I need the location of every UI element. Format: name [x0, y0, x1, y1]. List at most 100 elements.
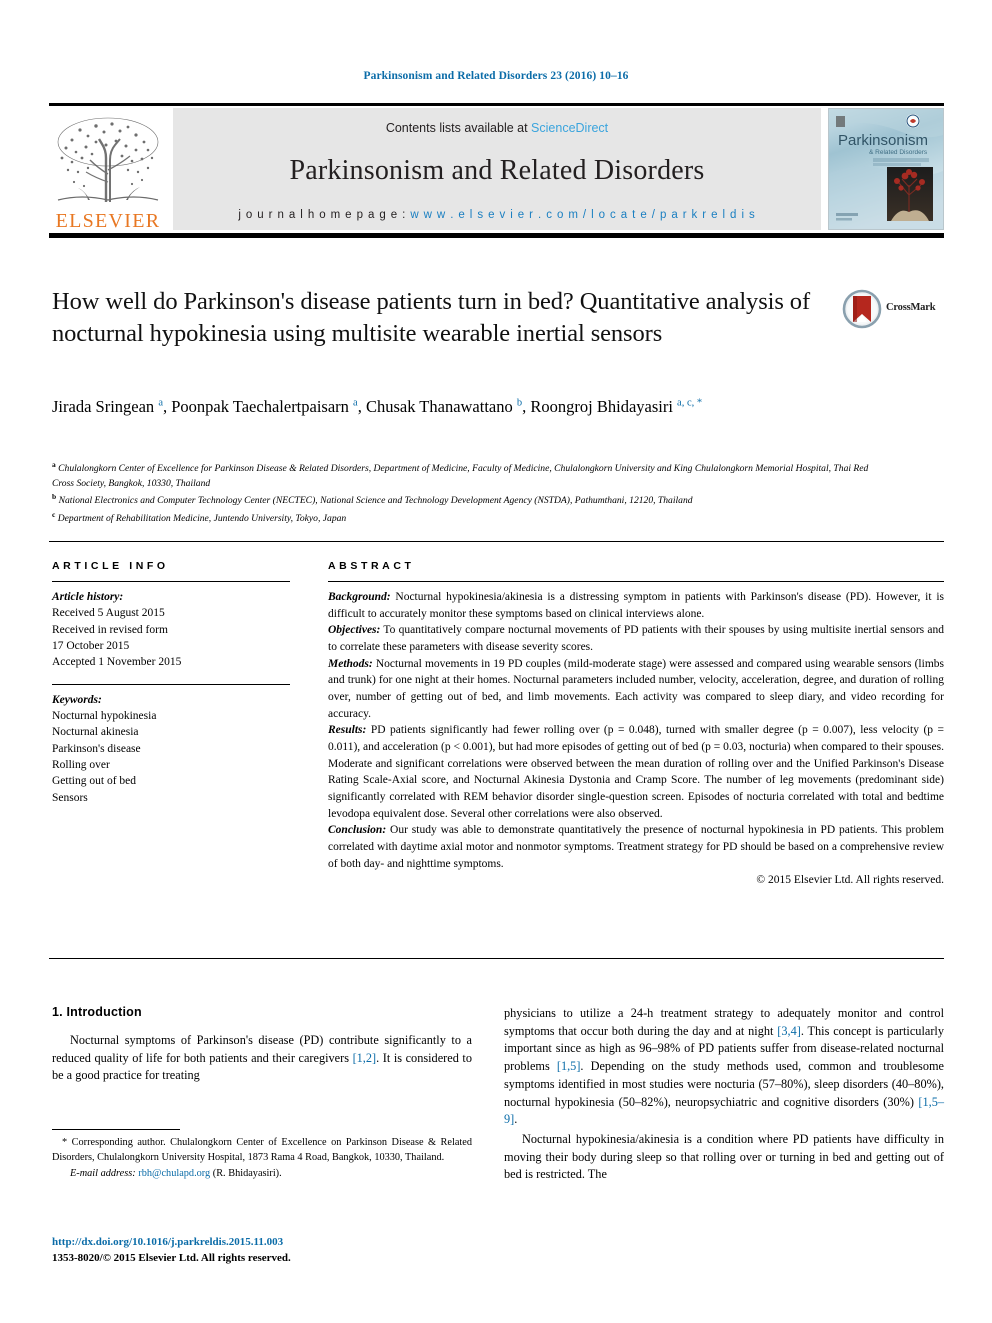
citation-link[interactable]: [1,2] — [353, 1051, 377, 1065]
citation-link[interactable]: [1,5] — [557, 1059, 581, 1073]
crossmark-badge[interactable]: CrossMark — [842, 288, 946, 334]
email-suffix: (R. Bhidayasiri). — [210, 1168, 282, 1180]
keywords-block: Keywords: Nocturnal hypokinesia Nocturnal… — [52, 692, 290, 806]
email-label: E-mail address: — [70, 1168, 136, 1180]
abstract-section-label: Objectives: — [328, 624, 381, 637]
introduction-heading: 1. Introduction — [52, 1005, 142, 1019]
author-separator: , — [162, 397, 172, 416]
masthead-center-panel: Contents lists available at ScienceDirec… — [173, 108, 821, 230]
issn-copyright-line: 1353-8020/© 2015 Elsevier Ltd. All right… — [52, 1251, 291, 1264]
keyword-item: Parkinson's disease — [52, 742, 141, 755]
body-left-column: 1. Introduction Nocturnal symptoms of Pa… — [52, 1005, 472, 1087]
article-info-rule — [52, 581, 290, 582]
journal-masthead: ELSEVIER Contents lists available at Sci… — [49, 103, 944, 238]
paragraph-text: . — [514, 1112, 518, 1127]
doi-block: http://dx.doi.org/10.1016/j.parkreldis.2… — [52, 1235, 472, 1267]
author-list: Jirada Sringean a, Poonpak Taechalertpai… — [52, 395, 852, 420]
running-head: Parkinsonism and Related Disorders 23 (2… — [363, 70, 629, 82]
journal-cover-image: Parkinsonism & Related Disorders — [829, 109, 943, 229]
article-history-line: 17 October 2015 — [52, 639, 130, 652]
elsevier-wordmark: ELSEVIER — [55, 210, 161, 232]
contents-list-line: Contents lists available at ScienceDirec… — [173, 121, 821, 135]
author-name: Chusak Thanawattano — [365, 397, 517, 416]
abstract-section: Results: PD patients significantly had f… — [328, 722, 944, 822]
article-info-heading: ARTICLE INFO — [52, 560, 169, 572]
elsevier-tree-icon — [57, 117, 159, 202]
abstract-section: Objectives: To quantitatively compare no… — [328, 622, 944, 655]
article-page: Parkinsonism and Related Disorders 23 (2… — [0, 0, 992, 1323]
elsevier-logo: ELSEVIER — [49, 106, 167, 233]
email-link[interactable]: rbh@chulapd.org — [138, 1168, 210, 1179]
abstract-copyright: © 2015 Elsevier Ltd. All rights reserved… — [756, 874, 944, 887]
journal-homepage-line: j o u r n a l h o m e p a g e : w w w . … — [173, 209, 821, 221]
journal-cover-thumbnail: Parkinsonism & Related Disorders — [828, 108, 944, 230]
paragraph-text: Nocturnal hypokinesia/akinesia is a cond… — [504, 1131, 944, 1182]
crossmark-label: CrossMark — [886, 302, 936, 313]
abstract-section-text: To quantitatively compare nocturnal move… — [328, 624, 944, 654]
corresponding-author-note: * Corresponding author. Chulalongkorn Ce… — [52, 1136, 472, 1165]
citation-link[interactable]: [3,4] — [777, 1024, 801, 1038]
article-history-label: Article history: — [52, 591, 124, 603]
abstract-section-label: Conclusion: — [328, 824, 387, 837]
author-separator: , — [357, 397, 366, 416]
article-info-column: ARTICLE INFO Article history: Received 5… — [52, 560, 290, 806]
abstract-column: ABSTRACT Background: Nocturnal hypokines… — [328, 560, 944, 886]
author-name: Roongroj Bhidayasiri — [530, 397, 678, 416]
affiliation-text: National Electronics and Computer Techno… — [56, 495, 693, 507]
journal-title: Parkinsonism and Related Disorders — [289, 155, 705, 186]
abstract-section: Background: Nocturnal hypokinesia/akines… — [328, 589, 944, 622]
affiliation-list: a Chulalongkorn Center of Excellence for… — [52, 459, 882, 527]
footnote-rule — [52, 1129, 180, 1130]
homepage-prefix: j o u r n a l h o m e p a g e : — [238, 209, 411, 221]
abstract-section-label: Background: — [328, 591, 391, 603]
author-name: Jirada Sringean — [52, 397, 159, 416]
footnote-block: * Corresponding author. Chulalongkorn Ce… — [52, 1136, 472, 1182]
keywords-rule — [52, 683, 290, 685]
article-history-lines: Received 5 August 2015 Received in revise… — [52, 605, 290, 670]
article-history-line: Accepted 1 November 2015 — [52, 656, 182, 669]
sciencedirect-link[interactable]: ScienceDirect — [531, 121, 608, 135]
abstract-body: Background: Nocturnal hypokinesia/akines… — [328, 589, 944, 872]
abstract-section-text: Nocturnal hypokinesia/akinesia is a dist… — [328, 591, 944, 620]
article-history-line: Received in revised form — [52, 623, 168, 636]
contents-prefix: Contents lists available at — [385, 121, 532, 135]
intro-paragraph-left: Nocturnal symptoms of Parkinson's diseas… — [52, 1032, 472, 1085]
keyword-item: Getting out of bed — [52, 775, 136, 788]
abstract-section: Conclusion: Our study was able to demons… — [328, 822, 944, 872]
affiliation-item: b National Electronics and Computer Tech… — [52, 491, 882, 509]
abstract-section-text: PD patients significantly had fewer roll… — [328, 724, 944, 820]
keyword-item: Nocturnal hypokinesia — [52, 709, 157, 722]
info-bottom-rule — [49, 958, 944, 959]
body-right-column: physicians to utilize a 24-h treatment s… — [504, 1005, 944, 1186]
page-title: How well do Parkinson's disease patients… — [52, 288, 811, 348]
intro-paragraph-right-1: physicians to utilize a 24-h treatment s… — [504, 1005, 944, 1129]
article-history-block: Article history: Received 5 August 2015 R… — [52, 589, 290, 671]
abstract-section: Methods: Nocturnal movements in 19 PD co… — [328, 656, 944, 723]
abstract-section-label: Results: — [328, 724, 367, 737]
email-note: E-mail address: rbh@chulapd.org (R. Bhid… — [52, 1167, 472, 1182]
affiliation-item: a Chulalongkorn Center of Excellence for… — [52, 459, 882, 491]
affiliation-text: Department of Rehabilitation Medicine, J… — [55, 513, 347, 525]
info-top-rule — [49, 541, 944, 542]
author-affiliation-mark: a, c, * — [677, 397, 703, 409]
abstract-section-text: Our study was able to demonstrate quanti… — [328, 824, 944, 870]
keywords-lines: Nocturnal hypokinesia Nocturnal akinesia P… — [52, 708, 290, 806]
abstract-section-text: Nocturnal movements in 19 PD couples (mi… — [328, 657, 944, 720]
abstract-section-label: Methods: — [328, 657, 373, 670]
homepage-url-link[interactable]: w w w . e l s e v i e r . c o m / l o c … — [410, 209, 755, 221]
crossmark-icon — [842, 289, 882, 329]
svg-text:& Related Disorders: & Related Disorders — [869, 149, 928, 156]
doi-link[interactable]: http://dx.doi.org/10.1016/j.parkreldis.2… — [52, 1235, 472, 1251]
keyword-item: Nocturnal akinesia — [52, 726, 139, 739]
keyword-item: Rolling over — [52, 758, 110, 771]
affiliation-text: Chulalongkorn Center of Excellence for P… — [52, 463, 869, 489]
svg-text:Parkinsonism: Parkinsonism — [838, 132, 928, 149]
intro-paragraph-right-2: Nocturnal hypokinesia/akinesia is a cond… — [504, 1131, 944, 1184]
keywords-label: Keywords: — [52, 693, 102, 706]
author-name: Poonpak Taechalertpaisarn — [171, 397, 354, 416]
abstract-rule — [328, 581, 944, 582]
affiliation-item: c Department of Rehabilitation Medicine,… — [52, 509, 882, 527]
keyword-item: Sensors — [52, 791, 88, 804]
abstract-heading: ABSTRACT — [328, 560, 415, 572]
corresponding-author-text: Corresponding author. Chulalongkorn Cent… — [52, 1137, 472, 1163]
